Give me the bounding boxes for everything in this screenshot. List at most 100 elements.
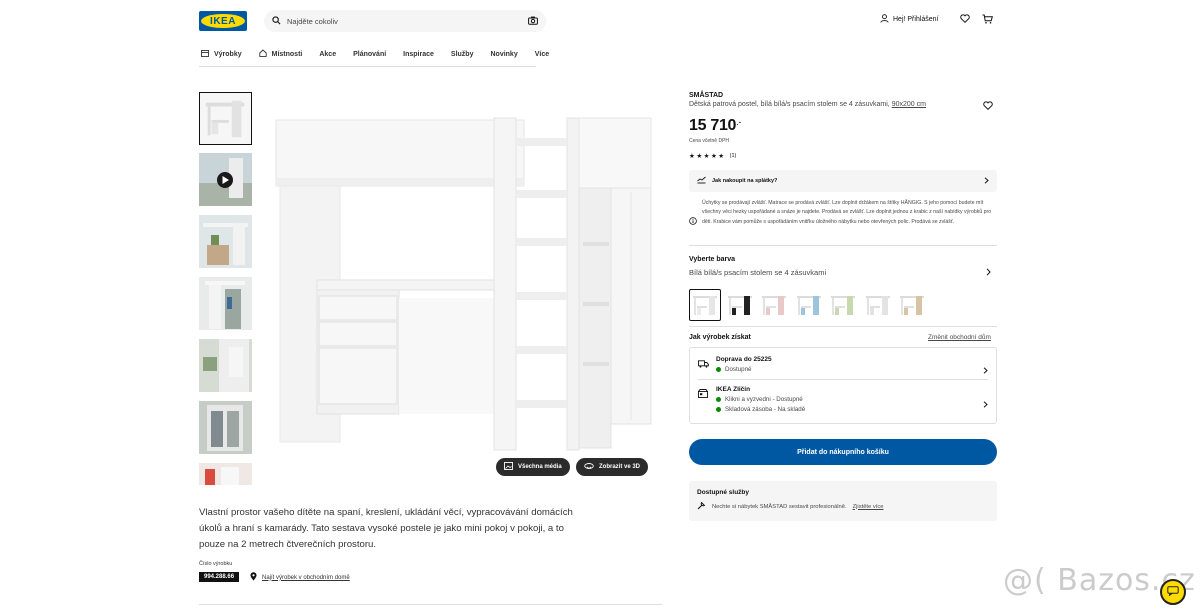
gallery-icon [504, 462, 513, 472]
nav-label: Služby [450, 50, 474, 58]
swatch-part [694, 298, 696, 315]
catalog-icon [201, 49, 209, 59]
services-text: Nechte si nábytek SMÅSTAD sestavit profe… [712, 503, 847, 510]
color-swatch[interactable] [723, 289, 756, 321]
article-number-label: Číslo výrobku [199, 561, 233, 567]
heart-icon [960, 14, 970, 25]
chevron-right-icon [984, 176, 989, 186]
swatch-part [904, 308, 908, 315]
thumbnail-4[interactable] [199, 277, 252, 330]
color-swatch[interactable] [689, 289, 721, 321]
heart-icon [983, 97, 993, 114]
user-icon [880, 14, 889, 25]
nav-item-services[interactable]: Služby [451, 49, 474, 59]
login-label: Hej! Přihlášení [893, 16, 939, 23]
available-dot [716, 396, 721, 402]
product-description-text: Dětská patrová postel, bílá bílá/s psací… [689, 101, 890, 108]
installment-banner[interactable]: Jak nakoupit na splátky? [689, 170, 997, 192]
nav-item-news[interactable]: Novinky [490, 49, 517, 59]
nav-label: Plánování [353, 50, 387, 58]
swatch-part [901, 298, 903, 315]
color-swatch[interactable] [861, 289, 894, 321]
all-media-button[interactable]: Všechna média [496, 458, 570, 476]
swatch-part [797, 298, 800, 315]
swatch-part [812, 296, 819, 315]
swatch-thumbnail [796, 296, 821, 315]
wishlist-button[interactable] [960, 14, 970, 25]
search-icon [272, 12, 281, 30]
nav-label: Novinky [490, 50, 518, 58]
swatch-part [731, 308, 736, 315]
product-long-description: Vlastní prostor vašeho dítěte na spaní, … [199, 507, 573, 550]
swatch-part [697, 306, 707, 308]
swatch-part [835, 306, 845, 308]
search-bar[interactable]: Najděte cokoliv [264, 10, 546, 32]
swatch-part [869, 306, 880, 308]
services-link[interactable]: Zjistěte více [853, 504, 884, 510]
color-swatch[interactable] [792, 289, 825, 321]
services-title: Dostupné služby [697, 489, 750, 496]
color-chevron-icon[interactable] [986, 263, 991, 281]
nav-item-products[interactable]: Výrobky [201, 49, 242, 59]
swatch-part [697, 308, 701, 315]
thumbnail-5[interactable] [199, 339, 252, 392]
nav-label: Místnosti [271, 50, 303, 58]
ikea-logo[interactable]: IKEA [199, 11, 247, 31]
delivery-options: Doprava do 25225 Dostupné IKEA Zličín Kl… [689, 347, 997, 424]
thumbnail-6[interactable] [199, 401, 252, 454]
nav-item-planning[interactable]: Plánování [353, 49, 386, 59]
article-number: 994.288.66 [199, 572, 240, 582]
search-input[interactable]: Najděte cokoliv [287, 17, 528, 26]
installment-label: Jak nakoupit na splátky? [712, 178, 778, 184]
delivery-title: Jak výrobek získat [689, 334, 751, 341]
main-product-image[interactable] [262, 92, 662, 478]
nav-item-inspiration[interactable]: Inspirace [403, 49, 434, 59]
section-divider [199, 604, 662, 605]
rating[interactable]: ★★★★★ (1) [689, 152, 736, 160]
main-nav: Výrobky Místnosti Akce Plánování Inspira… [201, 49, 566, 59]
thumbnail-1[interactable] [199, 92, 252, 145]
color-swatch[interactable] [758, 289, 790, 321]
add-to-wishlist-button[interactable] [983, 97, 993, 115]
color-swatch[interactable] [896, 289, 928, 321]
nav-item-rooms[interactable]: Místnosti [258, 49, 303, 59]
available-services: Dostupné služby Nechte si nábytek SMÅSTA… [689, 481, 997, 521]
store-status-stock: Skladová zásoba - Na skladě [725, 406, 806, 413]
swatch-part [778, 296, 784, 315]
shipping-option[interactable]: Doprava do 25225 Dostupné [698, 355, 988, 379]
swatch-part [881, 296, 888, 315]
view-3d-button[interactable]: Zobrazit ve 3D [576, 458, 649, 476]
thumbnail-3[interactable] [199, 215, 252, 268]
nav-item-sale[interactable]: Akce [319, 49, 336, 59]
store-icon [698, 385, 710, 415]
color-value: Bílá bílá/s psacím stolem se 4 zásuvkami [689, 268, 827, 277]
color-swatch[interactable] [827, 289, 859, 321]
swatch-part [800, 306, 811, 308]
store-option[interactable]: IKEA Zličín Klikni a vyzvedni - Dostupné… [698, 385, 988, 415]
available-dot [716, 366, 721, 372]
product-notice: Úchytky se prodávají zvlášť. Matrace se … [689, 199, 997, 230]
nav-item-more[interactable]: Více [535, 49, 549, 59]
change-store-link[interactable]: Změnit obchodní dům [928, 334, 991, 341]
swatch-part [835, 308, 839, 315]
cart-icon [982, 14, 993, 26]
cart-button[interactable] [982, 14, 993, 26]
thumbnail-7[interactable] [199, 463, 252, 485]
thumbnail-video[interactable] [199, 153, 252, 206]
store-status-pickup: Klikni a vyzvedni - Dostupné [725, 396, 803, 403]
swatch-part [763, 298, 765, 315]
find-in-store-link[interactable]: Najít výrobek v obchodním domě [250, 572, 350, 583]
product-size-link[interactable]: 90x200 cm [892, 101, 926, 108]
swatch-part [766, 308, 770, 315]
camera-icon[interactable] [528, 12, 538, 30]
logo-text: IKEA [210, 15, 236, 27]
add-to-cart-button[interactable]: Přidat do nákupního košíku [689, 439, 997, 465]
chat-button[interactable] [1160, 579, 1186, 605]
swatch-part [743, 296, 750, 315]
login-link[interactable]: Hej! Přihlášení [880, 14, 939, 25]
available-dot [716, 406, 721, 412]
swatch-part [866, 298, 869, 315]
divider [689, 326, 997, 327]
nav-label: Více [534, 50, 550, 58]
swatch-thumbnail [900, 296, 924, 315]
